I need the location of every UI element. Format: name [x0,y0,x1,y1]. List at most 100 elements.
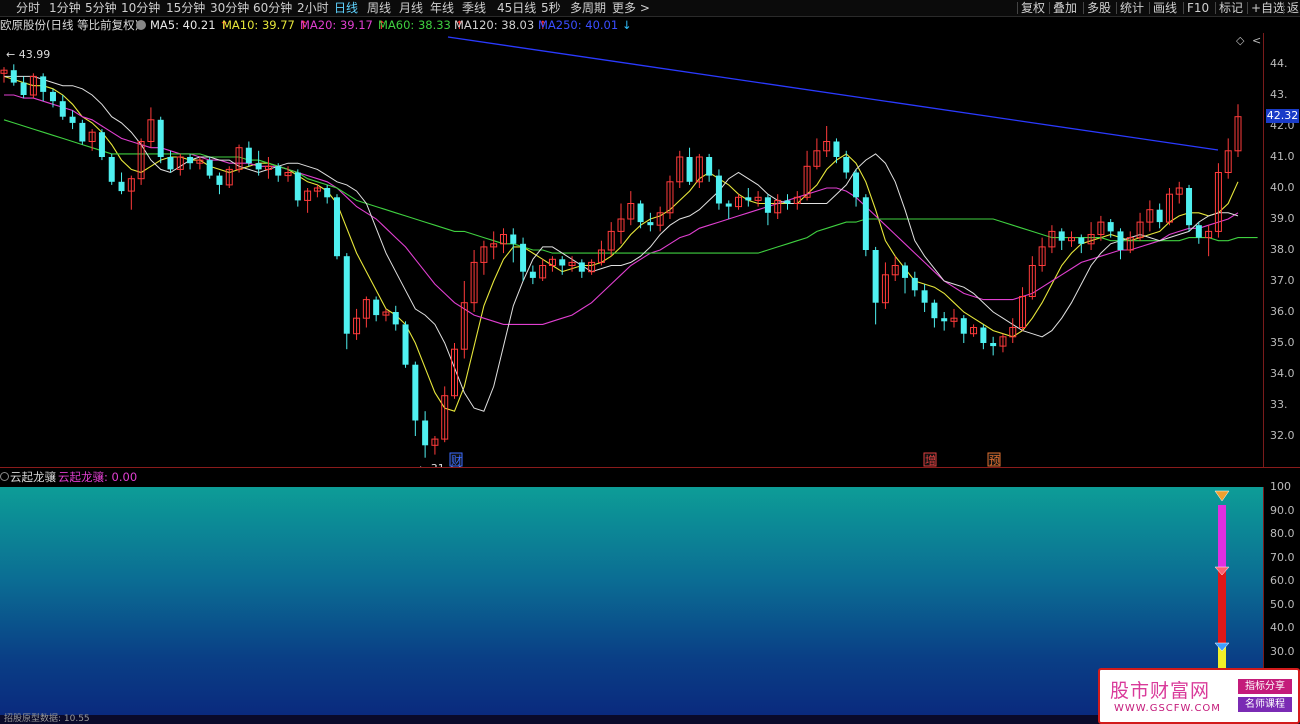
toolbar-separator [1049,2,1050,14]
candle-body-down [1195,225,1202,238]
magenta-bar [1218,505,1226,567]
candle-body-down [725,203,732,207]
toolbar-separator [1083,2,1084,14]
candle-body-down [715,175,722,204]
candle-body-down [255,163,262,170]
toolbar-button-1[interactable]: 叠加 [1053,0,1077,16]
candle-body-down [872,250,879,303]
status-text: 招股原型数据: 10.55 [4,714,90,724]
toolbar-button-3[interactable]: 统计 [1120,0,1144,16]
ma-label-5: MA250: 40.01 ↓ [538,18,632,32]
candle-body-down [333,197,340,257]
price-tick-label: 33. [1270,398,1288,411]
price-tick-label: 40.0 [1270,181,1295,194]
ma-label-4: MA120: 38.03 ↑ [454,18,548,32]
ma10-line [4,75,1239,412]
candle-body-down [275,166,282,176]
ma-label-3: MA60: 38.33 ↑ [378,18,465,32]
panel-divider [0,467,1300,468]
indicator-tick-label: 80.0 [1270,527,1295,540]
period-tab-3[interactable]: 10分钟 [121,0,160,16]
candle-body-down [1156,209,1163,223]
period-tab-11[interactable]: 年线 [430,0,454,16]
toolbar-button-7[interactable]: +自选 [1251,0,1285,16]
period-tab-12[interactable]: 季线 [462,0,486,16]
candle-body-down [1078,237,1085,244]
candle-body-down [960,318,967,334]
high-label: ← 43.99 [6,48,50,61]
candle-body-down [373,299,380,316]
period-tab-2[interactable]: 5分钟 [85,0,117,16]
candle-body-down [706,157,713,176]
indicator-panel[interactable] [0,487,1263,715]
ma5-line [3,75,1239,412]
price-tick-label: 44. [1270,57,1288,70]
period-tab-13[interactable]: 45日线 [497,0,536,16]
current-price-label: 42.32 [1266,109,1299,124]
period-tab-14[interactable]: 5秒 [541,0,561,16]
toolbar-button-8[interactable]: 返 [1287,0,1299,16]
candle-body-down [294,172,301,201]
candle-body-down [833,141,840,157]
period-tab-1[interactable]: 1分钟 [49,0,81,16]
period-tab-5[interactable]: 30分钟 [210,0,249,16]
period-tab-0[interactable]: 分时 [16,0,40,16]
event-marker-label: 预 [989,454,1000,467]
indicator-tick-label: 100 [1270,480,1291,493]
indicator-tick-label: 40.0 [1270,621,1295,634]
ma-label-2: MA20: 39.17 ↑ [300,18,387,32]
candle-body-down [157,119,164,157]
candle-body-down [206,160,213,176]
period-tab-10[interactable]: 月线 [399,0,423,16]
period-tab-4[interactable]: 15分钟 [166,0,205,16]
diamond-marker-top [1214,490,1230,502]
candle-body-down [216,175,223,185]
candle-body-down [10,70,17,83]
ma250-line [447,36,1219,151]
period-tab-6[interactable]: 60分钟 [253,0,292,16]
candle-body-down [79,122,86,142]
price-tick-label: 43. [1270,88,1288,101]
candle-body-down [784,200,791,204]
price-tick-label: 36.0 [1270,305,1295,318]
toolbar-button-0[interactable]: 复权 [1021,0,1045,16]
indicator-tick-label: 50.0 [1270,597,1295,611]
candle-body-down [20,82,27,95]
candle-body-down [745,197,752,201]
period-tab-8[interactable]: 日线 [334,0,358,16]
period-tab-9[interactable]: 周线 [367,0,391,16]
toolbar-button-4[interactable]: 画线 [1153,0,1177,16]
candle-body-down [510,234,517,244]
period-tab-15[interactable]: 多周期 [570,0,606,16]
diamond-marker-low [1214,642,1230,652]
indicator-value: 云起龙骧: 0.00 [58,470,138,484]
candle-body-down [108,157,115,182]
collapse-icon[interactable] [0,472,9,481]
settings-icon[interactable] [136,20,146,30]
candle-body-down [911,277,918,291]
candle-body-down [764,197,771,213]
candle-body-down [1186,188,1193,226]
diamond-icon: ◇ [1236,34,1245,47]
candle-body-down [343,256,350,334]
chart-title-bar: 欧原股份(日线 等比前复权) MA5: 40.21 ↑ MA10: 39.77 ↑… [0,17,1300,33]
candle-body-down [1107,222,1114,232]
ma-label-1: MA10: 39.77 ↑ [222,18,309,32]
period-tab-7[interactable]: 2小时 [297,0,329,16]
indicator-tick-label: 70.0 [1270,550,1295,564]
toolbar-button-5[interactable]: F10 [1187,0,1209,16]
candlestick-chart[interactable]: ← 43.99← 31.17财增预◇< [0,33,1263,467]
ma60-line [3,119,1258,254]
watermark-tag-course: 名师课程 [1238,697,1292,712]
candle-body-down [40,76,47,92]
indicator-bars [1214,490,1230,673]
candle-body-down [118,181,125,192]
red-bar [1218,567,1226,645]
candle-body-down [843,157,850,173]
toolbar-button-6[interactable]: 标记 [1219,0,1243,16]
toolbar-button-2[interactable]: 多股 [1087,0,1111,16]
period-tab-16[interactable]: 更多 > [612,0,650,16]
candle-body-down [1058,231,1065,241]
candle-body-down [245,147,252,164]
watermark-url: WWW.GSCFW.COM [1114,703,1221,714]
